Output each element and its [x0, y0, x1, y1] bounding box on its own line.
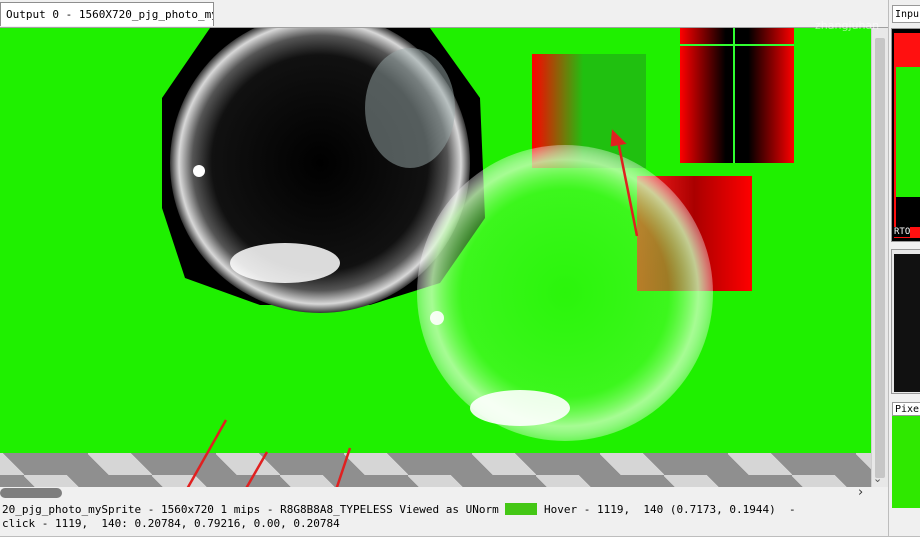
pixel-preview — [892, 416, 920, 508]
horizontal-scroll-thumb[interactable] — [0, 488, 62, 498]
tab-pixel[interactable]: Pixe — [892, 402, 920, 416]
status-click-value: click - 1119, 140: 0.20784, 0.79216, 0.0… — [2, 517, 340, 530]
light-bubble — [417, 145, 713, 441]
hover-color-swatch — [505, 503, 538, 515]
tab-output-0[interactable]: Output 0 - 1560X720_pjg_photo_my… — [0, 2, 214, 26]
status-format: R8G8B8A8_TYPELESS — [280, 503, 393, 516]
texture-viewport[interactable] — [0, 28, 871, 487]
red-black-square-top — [680, 28, 794, 163]
tab-bar: Output 0 - 1560X720_pjg_photo_my… — [0, 0, 888, 28]
status-hover-coords: 1119, 140 (0.7173, 0.1944) - — [596, 503, 796, 516]
status-texture-size: 1560x720 — [160, 503, 214, 516]
render-target-thumbnail[interactable]: RTO — [891, 28, 920, 242]
sprite-layer — [162, 28, 794, 487]
tab-inputs[interactable]: Inpu — [892, 5, 920, 23]
status-mips: 1 mips - — [213, 503, 281, 516]
bottom-strip — [0, 536, 920, 548]
status-texture-name: 20_pjg_photo_mySprite - — [2, 503, 161, 516]
vertical-scroll-thumb[interactable] — [875, 38, 885, 478]
input-thumbnail[interactable] — [891, 249, 920, 394]
chevron-right-icon[interactable]: › — [858, 485, 863, 500]
status-hover-label: Hover - — [537, 503, 597, 516]
inputs-panel: Inpu RTO Pixe — [888, 0, 920, 547]
status-viewed-as: Viewed as UNorm — [392, 503, 506, 516]
vertical-scrollbar[interactable] — [871, 28, 889, 487]
chevron-down-icon[interactable]: ⌄ — [873, 472, 882, 485]
status-bar: 20_pjg_photo_mySprite - 1560x720 1 mips … — [2, 503, 796, 531]
rt-label: RTO — [894, 227, 911, 237]
watermark: zhangjuhan — [815, 19, 880, 32]
horizontal-scrollbar[interactable] — [0, 487, 871, 500]
